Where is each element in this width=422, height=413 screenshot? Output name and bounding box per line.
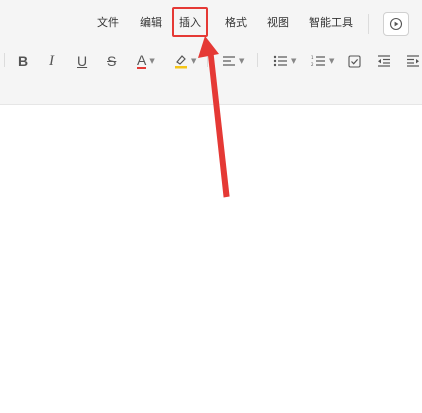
menu-insert[interactable]: 插入 xyxy=(172,7,208,37)
menu-file[interactable]: 文件 xyxy=(97,11,119,35)
numbered-list-icon: 1 2 xyxy=(311,55,325,67)
increase-indent-icon xyxy=(407,55,419,67)
top-toolbar-area: 文件 编辑 插入 格式 视图 智能工具 B I U S A ▼ ▼ ▼ ▼ 1 … xyxy=(0,0,422,105)
bold-label: B xyxy=(18,53,29,69)
highlighter-dropdown-icon[interactable]: ▼ xyxy=(191,57,196,65)
strikethrough-label: S xyxy=(107,53,117,69)
font-color-button[interactable]: A ▼ xyxy=(137,51,155,71)
document-canvas[interactable] xyxy=(0,105,422,413)
increase-indent-button[interactable] xyxy=(406,51,420,71)
italic-button[interactable]: I xyxy=(49,51,54,71)
highlighter-icon xyxy=(175,55,187,69)
numbered-list-dropdown-icon[interactable]: ▼ xyxy=(329,57,334,65)
bold-button[interactable]: B xyxy=(18,51,28,71)
menu-format[interactable]: 格式 xyxy=(225,11,247,35)
svg-text:2: 2 xyxy=(311,62,314,67)
font-color-icon: A xyxy=(137,52,147,69)
menu-bar: 文件 编辑 插入 格式 视图 智能工具 xyxy=(0,7,422,37)
align-button[interactable]: ▼ xyxy=(222,51,244,71)
play-button[interactable] xyxy=(383,12,409,36)
decrease-indent-icon xyxy=(378,55,390,67)
svg-text:1: 1 xyxy=(311,55,314,60)
checklist-button[interactable] xyxy=(348,51,361,71)
highlighter-button[interactable]: ▼ xyxy=(174,51,196,71)
decrease-indent-button[interactable] xyxy=(377,51,391,71)
checkbox-icon xyxy=(348,54,361,68)
italic-label: I xyxy=(49,52,54,69)
toolbar-divider xyxy=(4,53,5,67)
strikethrough-button[interactable]: S xyxy=(107,51,116,71)
align-left-icon xyxy=(223,56,235,66)
toolbar-divider xyxy=(257,53,258,67)
bullet-list-button[interactable]: ▼ xyxy=(273,51,296,71)
menu-smart-tools[interactable]: 智能工具 xyxy=(309,11,353,35)
numbered-list-button[interactable]: 1 2 ▼ xyxy=(311,51,334,71)
align-dropdown-icon[interactable]: ▼ xyxy=(239,57,244,65)
underline-label: U xyxy=(77,53,88,69)
underline-button[interactable]: U xyxy=(77,51,87,71)
bullet-list-dropdown-icon[interactable]: ▼ xyxy=(291,57,296,65)
toolbar-divider xyxy=(207,53,208,67)
bullet-list-icon xyxy=(273,55,287,67)
menu-divider xyxy=(368,14,369,34)
play-icon xyxy=(389,17,403,31)
menu-view[interactable]: 视图 xyxy=(267,11,289,35)
menu-edit[interactable]: 编辑 xyxy=(140,11,162,35)
font-color-dropdown-icon[interactable]: ▼ xyxy=(149,57,154,65)
